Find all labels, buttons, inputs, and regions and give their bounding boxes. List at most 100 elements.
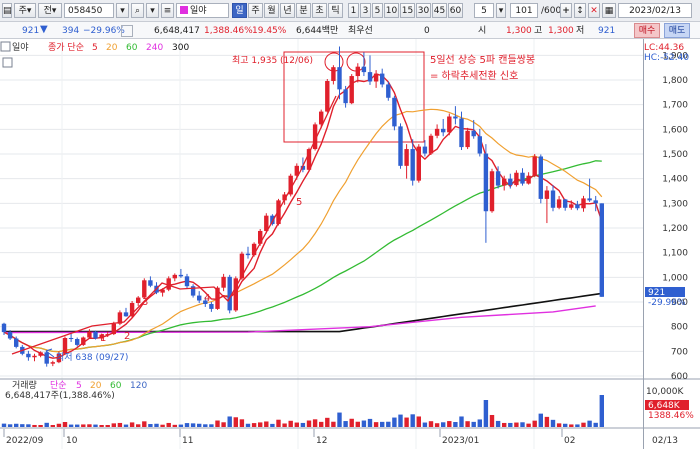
turnover-rate: 19.45% <box>252 26 287 36</box>
sell-button[interactable]: 매도 <box>664 23 690 38</box>
volume-ma-legend-item[interactable]: 5 <box>76 381 82 391</box>
ma-legend-item[interactable]: 300 <box>172 43 189 53</box>
stock-name-field[interactable]: 일야 <box>176 3 229 18</box>
volume-bar <box>172 424 177 427</box>
volume-bar <box>538 413 543 427</box>
candle-body <box>367 72 373 82</box>
candle-body <box>416 146 421 181</box>
period-tab[interactable]: 틱 <box>328 3 343 18</box>
ma-legend-item[interactable]: 60 <box>126 43 138 53</box>
stepper-icon[interactable]: ↕ <box>574 3 586 18</box>
candle-body <box>453 116 458 119</box>
high-annotation: 최고 1,935 (12/06) <box>232 55 313 66</box>
period-tab[interactable]: 월 <box>264 3 279 18</box>
price-tick-label: 700 <box>671 347 688 357</box>
volume-bar <box>1 423 7 427</box>
stock-code-input[interactable]: 058450 <box>64 3 114 18</box>
candle-body <box>7 332 13 339</box>
candle-body <box>32 355 37 358</box>
volume-bar <box>123 424 129 427</box>
candle-body <box>361 66 367 73</box>
ma-legend-item[interactable]: 5 <box>92 43 98 53</box>
buy-button[interactable]: 매수 <box>634 23 660 38</box>
interval-button[interactable]: 10 <box>384 3 399 18</box>
interval-button[interactable]: 60 <box>448 3 463 18</box>
stock-name-value: 일야 <box>190 6 207 16</box>
chart-menu-icon[interactable]: ▤ <box>2 3 12 18</box>
interval-input[interactable]: 5 <box>474 3 494 18</box>
x-axis-label: 2022/09 <box>6 436 44 446</box>
volume-bar <box>209 424 214 427</box>
candle-body <box>50 362 55 364</box>
candle-body <box>38 352 43 356</box>
volume-ma-legend-item[interactable]: 20 <box>90 381 102 391</box>
candle-body <box>392 97 397 127</box>
price-tick-label: 1,800 <box>662 76 688 86</box>
period-tab[interactable]: 일 <box>232 3 247 18</box>
volume-bar <box>319 421 324 427</box>
search-icon[interactable]: ⌕ <box>131 3 144 18</box>
interval-button[interactable]: 3 <box>360 3 371 18</box>
checkbox[interactable] <box>121 25 133 37</box>
candle-body <box>355 66 360 77</box>
quote-bar: 921 ▼ 394 −29.96% 6,648,417 1,388.46% 19… <box>0 22 700 39</box>
period-tab[interactable]: 년 <box>280 3 295 18</box>
chevron-down-icon[interactable]: ▾ <box>146 3 159 18</box>
period-tab[interactable]: 초 <box>312 3 327 18</box>
volume-bar <box>312 419 318 427</box>
candle-body <box>178 274 184 277</box>
volume-ma-legend-item[interactable]: 60 <box>110 381 122 391</box>
ma-legend-item[interactable]: 240 <box>146 43 163 53</box>
code-dropdown-icon[interactable]: ▾ <box>116 3 129 18</box>
stock-badge-icon <box>180 6 188 14</box>
volume-bar <box>288 420 293 427</box>
volume-bar <box>587 420 592 427</box>
count-input[interactable]: 101 <box>510 3 538 18</box>
ma-legend-item[interactable]: 20 <box>106 43 118 53</box>
volume: 6,648,417 <box>154 26 200 36</box>
date-input[interactable]: 2023/02/13 <box>618 3 692 18</box>
price-ma-prefix: 종가 단순 <box>48 42 84 53</box>
mode-select[interactable]: 주▾ <box>14 3 36 18</box>
volume-bar <box>453 422 458 427</box>
interval-dropdown-icon[interactable]: ▾ <box>496 3 506 18</box>
volume-bar <box>245 423 251 427</box>
close-icon[interactable]: ✕ <box>588 3 600 18</box>
volume-bar <box>373 422 379 427</box>
interval-button[interactable]: 15 <box>400 3 415 18</box>
volume-ma-legend-item[interactable]: 120 <box>130 381 147 391</box>
volume-bar <box>550 419 556 427</box>
period-tab[interactable]: 분 <box>296 3 311 18</box>
candle-body <box>75 339 80 345</box>
volume-bar <box>197 423 202 427</box>
interval-button[interactable]: 5 <box>372 3 383 18</box>
price-chart[interactable]: 1,9001,8001,7001,6001,5001,4001,3001,200… <box>0 39 700 449</box>
stock-code-value: 058450 <box>68 6 103 16</box>
interval-button[interactable]: 1 <box>348 3 359 18</box>
add-icon[interactable]: + <box>560 3 572 18</box>
calendar-icon[interactable]: ▦ <box>602 3 616 18</box>
volume-bar <box>575 424 580 427</box>
current-price: 921 <box>22 26 40 36</box>
candle-body <box>477 136 482 154</box>
mode-label: 주 <box>18 6 27 16</box>
candle-body <box>160 289 165 293</box>
volume-bar <box>392 417 397 427</box>
candle-body <box>227 276 232 311</box>
count-total: /600 <box>541 6 562 16</box>
period-tab[interactable]: 주 <box>248 3 263 18</box>
low-annotation: 최저 638 (09/27) <box>56 352 128 363</box>
lc-value: LC:44.36 <box>644 43 684 53</box>
list-icon[interactable]: ≡ <box>161 3 174 18</box>
candle-body <box>532 156 537 176</box>
current-change-tag: -29.96% <box>648 298 686 308</box>
interval-button[interactable]: 45 <box>432 3 447 18</box>
all-tab[interactable]: 전▾ <box>38 3 62 18</box>
candle-body <box>184 276 190 287</box>
interval-button[interactable]: 30 <box>416 3 431 18</box>
volume-bar <box>410 414 415 427</box>
candle-body <box>483 153 489 212</box>
volume-bar <box>93 424 98 427</box>
volume-bar <box>105 425 110 427</box>
wave-label: 5 <box>296 197 302 208</box>
